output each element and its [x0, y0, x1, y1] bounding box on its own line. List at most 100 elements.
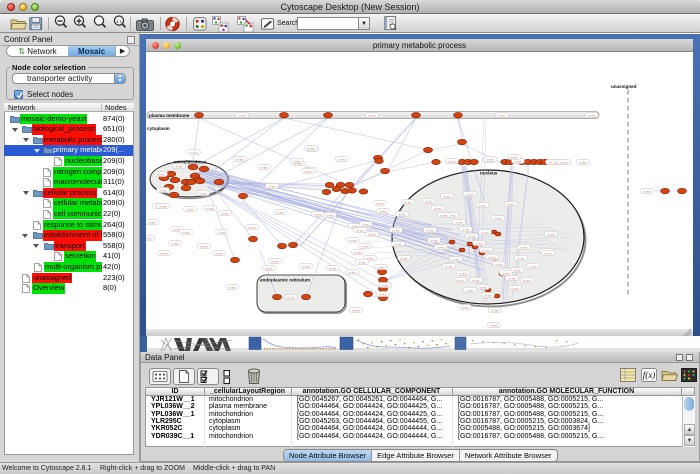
svg-text:(x-xx): (x-xx): [216, 251, 223, 255]
svg-text:(x-xx): (x-xx): [382, 283, 389, 287]
svg-text:(x-xx): (x-xx): [444, 194, 451, 198]
svg-text:(x-xx): (x-xx): [476, 241, 483, 245]
svg-text:(x-xx): (x-xx): [453, 257, 460, 261]
svg-text:(x-xx): (x-xx): [269, 184, 276, 188]
svg-text:(x-xx): (x-xx): [146, 236, 152, 240]
svg-text:nucleus: nucleus: [480, 171, 498, 176]
svg-text:plasma membrane: plasma membrane: [149, 113, 190, 118]
svg-text:(x-xx): (x-xx): [545, 251, 552, 255]
svg-text:(x-xx): (x-xx): [369, 113, 376, 117]
svg-text:(x-xx): (x-xx): [427, 228, 434, 232]
svg-text:(x-xx): (x-xx): [435, 206, 442, 210]
svg-text:(x-xx): (x-xx): [524, 278, 531, 282]
svg-text:(x-xx): (x-xx): [353, 308, 360, 312]
svg-text:(x-xx): (x-xx): [158, 172, 165, 176]
svg-text:(x-xx): (x-xx): [405, 200, 412, 204]
svg-text:(x-xx): (x-xx): [496, 262, 503, 266]
svg-text:(x-xx): (x-xx): [277, 210, 284, 214]
svg-text:(x-xx): (x-xx): [456, 220, 463, 224]
svg-text:(x-xx): (x-xx): [495, 216, 502, 220]
svg-text:(x-xx): (x-xx): [380, 209, 387, 213]
svg-text:(x-xx): (x-xx): [207, 206, 214, 210]
svg-text:(x-xx): (x-xx): [191, 150, 198, 154]
svg-text:(x-xx): (x-xx): [431, 238, 438, 242]
svg-text:(x-xx): (x-xx): [239, 113, 246, 117]
svg-text:(x-xx): (x-xx): [467, 288, 474, 292]
svg-text:(x-xx): (x-xx): [315, 212, 322, 216]
svg-text:(x-xx): (x-xx): [426, 199, 433, 203]
svg-text:(x-xx): (x-xx): [457, 278, 464, 282]
svg-text:(x-xx): (x-xx): [160, 204, 167, 208]
svg-text:(x-xx): (x-xx): [172, 241, 179, 245]
svg-text:unassigned: unassigned: [611, 84, 637, 89]
svg-text:(x-xx): (x-xx): [446, 264, 453, 268]
svg-text:(x-xx): (x-xx): [176, 164, 183, 168]
svg-text:(x-xx): (x-xx): [359, 260, 366, 264]
svg-text:(x-xx): (x-xx): [369, 232, 376, 236]
svg-text:(x-xx): (x-xx): [479, 203, 486, 207]
svg-text:(x-xx): (x-xx): [530, 264, 537, 268]
svg-text:(x-xx): (x-xx): [395, 242, 402, 246]
svg-text:(x-xx): (x-xx): [201, 244, 208, 248]
svg-text:(x-xx): (x-xx): [463, 227, 470, 231]
svg-text:(x-xx): (x-xx): [288, 295, 295, 299]
svg-text:(x-xx): (x-xx): [548, 232, 555, 236]
svg-text:(x-xx): (x-xx): [377, 201, 384, 205]
svg-text:(x-xx): (x-xx): [503, 271, 510, 275]
svg-text:(x-xx): (x-xx): [330, 266, 337, 270]
svg-text:(x-xx): (x-xx): [350, 238, 357, 242]
svg-text:(x-xx): (x-xx): [473, 278, 480, 282]
svg-text:(x-xx): (x-xx): [580, 160, 587, 164]
svg-text:(x-xx): (x-xx): [266, 266, 273, 270]
svg-text:(x-xx): (x-xx): [308, 146, 315, 150]
svg-text:(x-xx): (x-xx): [644, 189, 651, 193]
svg-text:(x-xx): (x-xx): [149, 220, 156, 224]
svg-text:(x-xx): (x-xx): [229, 285, 236, 289]
svg-text:(x-xx): (x-xx): [294, 159, 301, 163]
svg-text:(x-xx): (x-xx): [327, 213, 334, 217]
svg-text:endoplasmic reticulum: endoplasmic reticulum: [260, 278, 310, 283]
svg-text:(x-xx): (x-xx): [492, 308, 499, 312]
svg-text:(x-xx): (x-xx): [339, 157, 346, 161]
svg-text:(x-xx): (x-xx): [512, 286, 519, 290]
svg-text:(x-xx): (x-xx): [357, 228, 364, 232]
svg-text:(x-xx): (x-xx): [305, 169, 312, 173]
svg-text:(x-xx): (x-xx): [511, 155, 518, 159]
svg-text:(x-xx): (x-xx): [561, 160, 568, 164]
svg-text:(x-xx): (x-xx): [483, 248, 490, 252]
svg-text:(x-xx): (x-xx): [349, 270, 356, 274]
svg-text:(x-xx): (x-xx): [460, 271, 467, 275]
svg-text:(x-xx): (x-xx): [521, 245, 528, 249]
svg-text:(x-xx): (x-xx): [469, 234, 476, 238]
svg-text:(x-xx): (x-xx): [362, 244, 369, 248]
svg-text:(x-xx): (x-xx): [508, 202, 515, 206]
svg-text:(x-xx): (x-xx): [161, 251, 168, 255]
svg-text:(x-xx): (x-xx): [499, 113, 506, 117]
svg-text:(x-xx): (x-xx): [399, 212, 406, 216]
svg-text:(x-xx): (x-xx): [160, 188, 167, 192]
svg-text:(x-xx): (x-xx): [515, 159, 522, 163]
svg-text:(x-xx): (x-xx): [487, 157, 494, 161]
svg-text:(x-xx): (x-xx): [187, 207, 194, 211]
svg-text:(x-xx): (x-xx): [219, 230, 226, 234]
svg-text:(x-xx): (x-xx): [509, 276, 516, 280]
svg-text:(x-xx): (x-xx): [485, 293, 492, 297]
svg-text:(x-xx): (x-xx): [514, 268, 521, 272]
svg-text:(x-xx): (x-xx): [249, 225, 256, 229]
svg-text:(x-xx): (x-xx): [589, 113, 596, 117]
svg-text:(x-xx): (x-xx): [237, 157, 244, 161]
svg-text:(x-xx): (x-xx): [200, 191, 207, 195]
svg-text:(x-xx): (x-xx): [491, 323, 498, 327]
svg-text:(x-xx): (x-xx): [462, 305, 469, 309]
svg-text:(x-xx): (x-xx): [380, 292, 387, 296]
svg-text:(x-xx): (x-xx): [449, 159, 456, 163]
svg-text:(x-xx): (x-xx): [393, 228, 400, 232]
svg-text:(x-xx): (x-xx): [480, 285, 487, 289]
svg-text:f(x): f(x): [643, 370, 656, 380]
svg-text:(x-xx): (x-xx): [261, 165, 268, 169]
svg-text:cytoplasm: cytoplasm: [147, 126, 170, 131]
svg-text:(x-xx): (x-xx): [378, 265, 385, 269]
svg-text:(x-xx): (x-xx): [272, 259, 279, 263]
svg-text:(x-xx): (x-xx): [489, 255, 496, 259]
svg-text:(x-xx): (x-xx): [303, 264, 310, 268]
